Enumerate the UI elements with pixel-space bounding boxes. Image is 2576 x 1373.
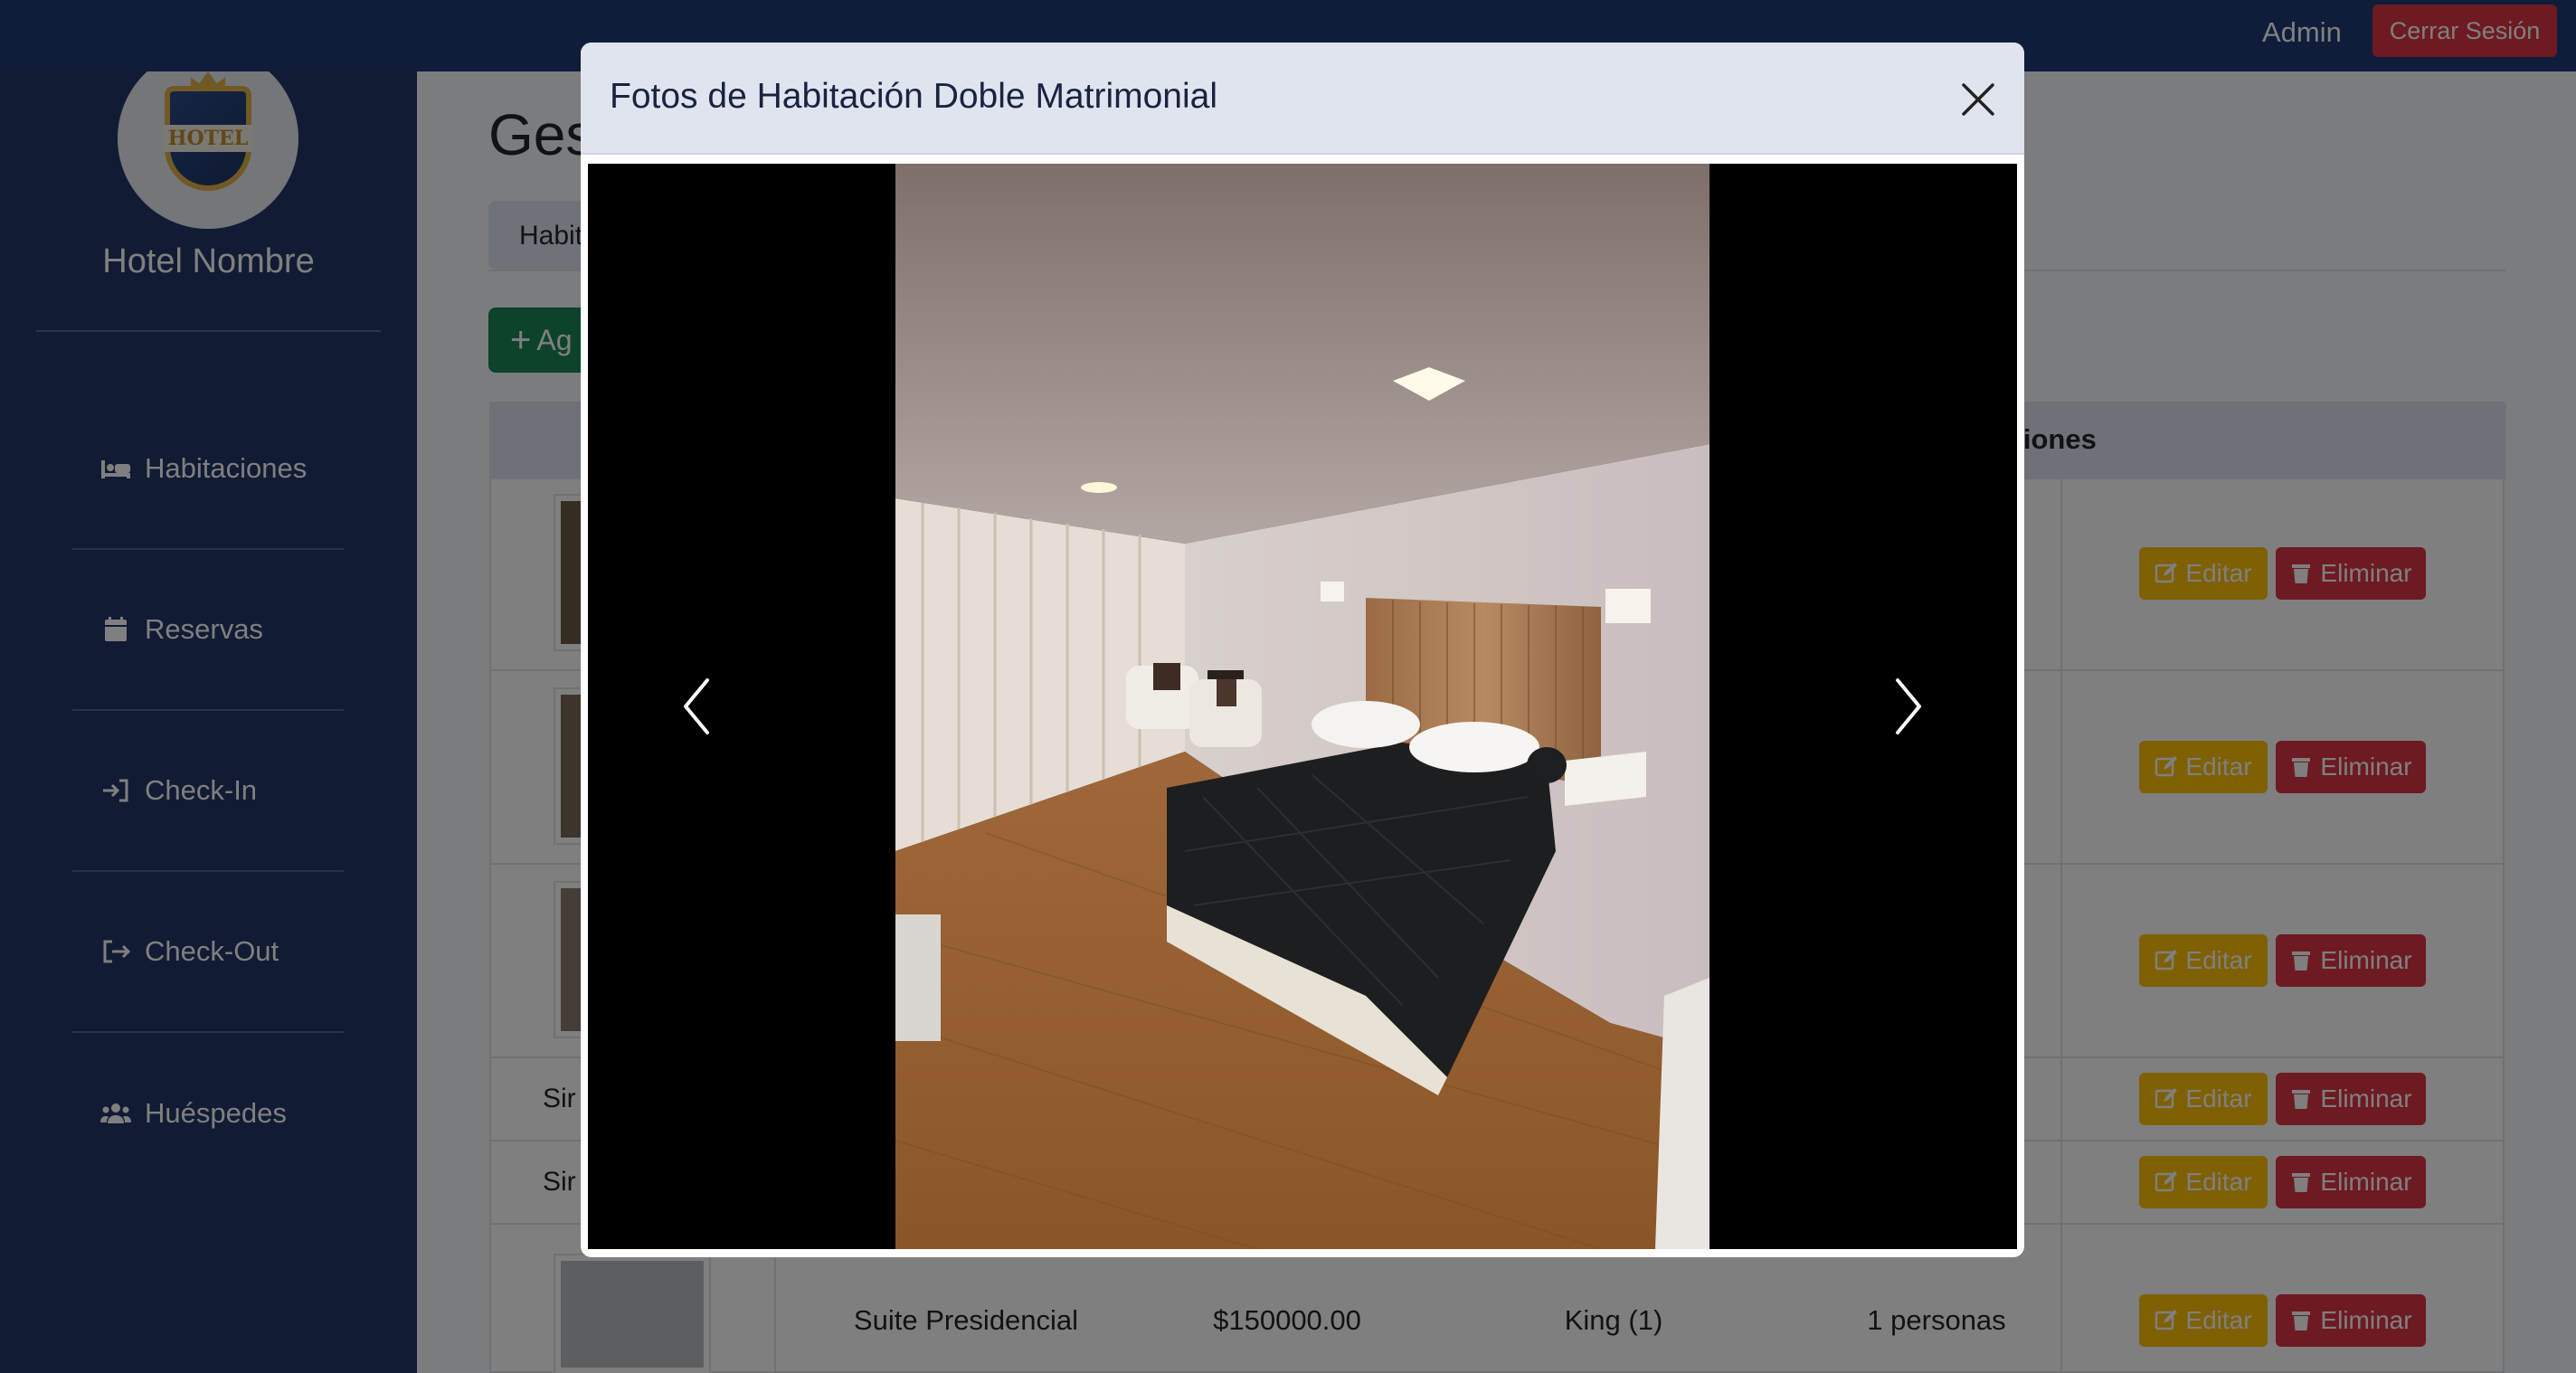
close-button[interactable] xyxy=(1956,77,2001,122)
photo-modal: Fotos de Habitación Doble Matrimonial xyxy=(581,43,2024,1257)
photo-carousel xyxy=(588,164,2017,1249)
modal-title: Fotos de Habitación Doble Matrimonial xyxy=(610,77,1217,116)
room-photo xyxy=(895,164,1709,1249)
carousel-prev-button[interactable] xyxy=(588,164,805,1249)
close-icon xyxy=(1962,83,1994,116)
carousel-next-button[interactable] xyxy=(1800,164,2017,1249)
chevron-right-icon xyxy=(1896,678,1921,734)
modal-header: Fotos de Habitación Doble Matrimonial xyxy=(581,43,2024,155)
chevron-left-icon xyxy=(684,678,709,734)
